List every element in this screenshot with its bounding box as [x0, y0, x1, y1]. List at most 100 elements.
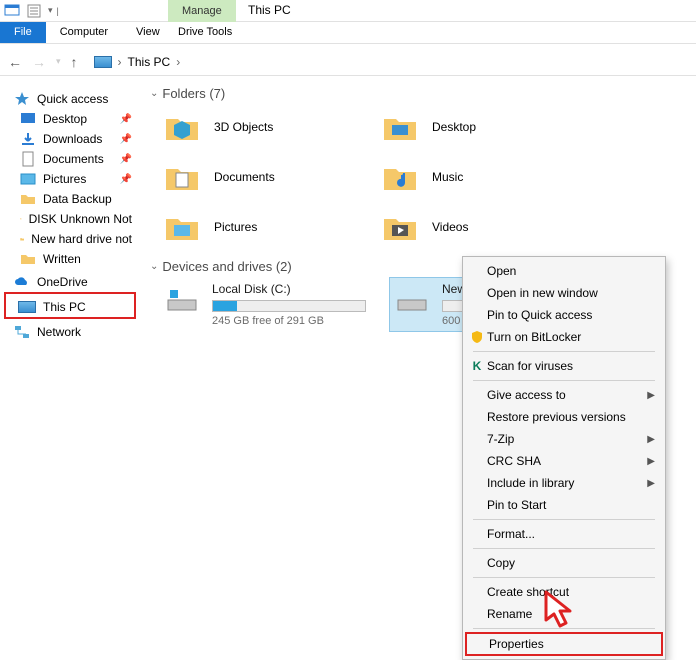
menu-label: Open in new window [487, 286, 598, 300]
sidebar-label: Network [37, 325, 81, 339]
window-title: This PC [248, 3, 291, 17]
music-folder-icon [382, 159, 418, 195]
sidebar-label: New hard drive not [31, 232, 132, 246]
menu-pin-quick-access[interactable]: Pin to Quick access [465, 304, 663, 326]
menu-pin-start[interactable]: Pin to Start [465, 494, 663, 516]
chevron-right-icon[interactable]: › [118, 55, 122, 69]
chevron-right-icon[interactable]: › [176, 55, 180, 69]
drive-icon [394, 282, 430, 318]
folder-documents[interactable]: Documents [160, 155, 370, 199]
pictures-folder-icon [164, 209, 200, 245]
sidebar-label: Pictures [43, 172, 86, 186]
pin-icon: 📌 [120, 134, 132, 145]
cursor-icon [544, 590, 578, 630]
menu-copy[interactable]: Copy [465, 552, 663, 574]
cloud-icon [14, 275, 30, 289]
menu-open[interactable]: Open [465, 260, 663, 282]
network-icon [14, 325, 30, 339]
menu-label: Open [487, 264, 516, 278]
sidebar-item-documents[interactable]: Documents 📌 [4, 149, 136, 169]
sidebar-item-written[interactable]: Written [4, 249, 136, 269]
properties-qat-icon[interactable] [26, 3, 42, 19]
pc-icon [18, 301, 36, 313]
back-button[interactable]: ← [8, 54, 22, 70]
section-title: Folders (7) [162, 86, 225, 101]
menu-separator [473, 548, 655, 549]
sidebar-item-data-backup[interactable]: Data Backup [4, 189, 136, 209]
qat-dropdown-icon[interactable]: ▾ [48, 5, 53, 16]
up-button[interactable]: ↑ [71, 54, 78, 70]
pin-icon: 📌 [120, 154, 132, 165]
pin-icon: 📌 [120, 114, 132, 125]
folder-pictures[interactable]: Pictures [160, 205, 370, 249]
app-icon [4, 3, 20, 19]
sidebar-label: OneDrive [37, 275, 88, 289]
desktop-folder-icon [382, 109, 418, 145]
ribbon: File Computer View Drive Tools [0, 22, 696, 44]
menu-label: Properties [489, 637, 544, 651]
submenu-arrow-icon: ▶ [647, 456, 655, 467]
drive-local-c[interactable]: Local Disk (C:) 245 GB free of 291 GB [160, 278, 370, 331]
pictures-icon [20, 172, 36, 186]
menu-include-library[interactable]: Include in library ▶ [465, 472, 663, 494]
recent-dropdown-icon[interactable]: ▾ [56, 56, 61, 67]
drive-capacity-bar [212, 300, 366, 312]
menu-label: Copy [487, 556, 515, 570]
menu-scan-viruses[interactable]: K Scan for viruses [465, 355, 663, 377]
submenu-arrow-icon: ▶ [647, 390, 655, 401]
sidebar-item-quick-access[interactable]: Quick access [4, 86, 136, 109]
ribbon-drivetools-tab[interactable]: Drive Tools [168, 22, 242, 42]
sidebar-label: Downloads [43, 132, 102, 146]
documents-folder-icon [164, 159, 200, 195]
menu-label: Format... [487, 527, 535, 541]
menu-give-access[interactable]: Give access to▶ [465, 384, 663, 406]
submenu-arrow-icon: ▶ [647, 478, 655, 489]
folders-section-header[interactable]: ⌄ Folders (7) [150, 82, 686, 105]
manage-contextual-tab[interactable]: Manage [168, 0, 236, 22]
forward-button[interactable]: → [32, 54, 46, 70]
ribbon-computer-tab[interactable]: Computer [46, 22, 122, 43]
folder-3d-objects[interactable]: 3D Objects [160, 105, 370, 149]
menu-separator [473, 351, 655, 352]
navbar: ← → ▾ ↑ › This PC › [0, 48, 696, 76]
ribbon-file-tab[interactable]: File [0, 22, 46, 43]
sidebar-item-network[interactable]: Network [4, 319, 136, 342]
menu-label: Include in library [487, 476, 574, 490]
menu-properties[interactable]: Properties [465, 632, 663, 656]
menu-bitlocker[interactable]: Turn on BitLocker [465, 326, 663, 348]
pin-icon: 📌 [120, 174, 132, 185]
folder-icon [20, 212, 22, 226]
drive-icon [164, 282, 200, 318]
sidebar-item-this-pc[interactable]: This PC [4, 292, 136, 319]
menu-format[interactable]: Format... [465, 523, 663, 545]
sidebar-item-pictures[interactable]: Pictures 📌 [4, 169, 136, 189]
menu-separator [473, 519, 655, 520]
menu-separator [473, 380, 655, 381]
menu-crc-sha[interactable]: CRC SHA▶ [465, 450, 663, 472]
3dobjects-icon [164, 109, 200, 145]
qat-sep: | [57, 6, 59, 16]
sidebar-item-new-hdd[interactable]: New hard drive not [4, 229, 136, 249]
folder-label: Pictures [214, 220, 257, 234]
ribbon-view-tab[interactable]: View [122, 22, 174, 43]
breadcrumb-location[interactable]: This PC [128, 55, 171, 69]
sidebar-item-onedrive[interactable]: OneDrive [4, 269, 136, 292]
menu-7zip[interactable]: 7-Zip▶ [465, 428, 663, 450]
submenu-arrow-icon: ▶ [647, 434, 655, 445]
breadcrumb[interactable]: › This PC › [94, 55, 181, 69]
menu-open-new-window[interactable]: Open in new window [465, 282, 663, 304]
sidebar-label: Desktop [43, 112, 87, 126]
menu-restore-previous[interactable]: Restore previous versions [465, 406, 663, 428]
folder-music[interactable]: Music [378, 155, 588, 199]
sidebar-item-downloads[interactable]: Downloads 📌 [4, 129, 136, 149]
folder-icon [20, 192, 36, 206]
sidebar-item-desktop[interactable]: Desktop 📌 [4, 109, 136, 129]
sidebar-item-disk-unknown[interactable]: DISK Unknown Not [4, 209, 136, 229]
videos-folder-icon [382, 209, 418, 245]
folder-videos[interactable]: Videos [378, 205, 588, 249]
sidebar-label: Written [43, 252, 81, 266]
folder-icon [20, 232, 24, 246]
folder-label: Music [432, 170, 463, 184]
folder-icon [20, 252, 36, 266]
folder-desktop[interactable]: Desktop [378, 105, 588, 149]
